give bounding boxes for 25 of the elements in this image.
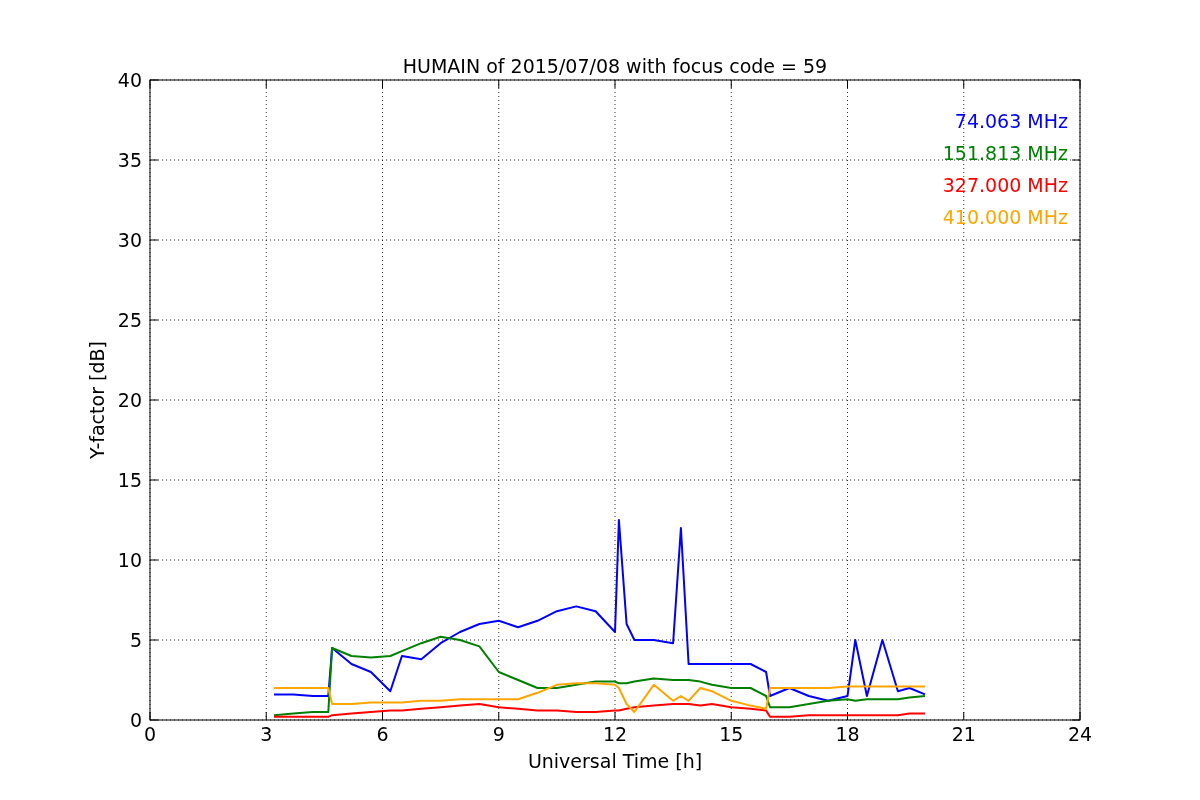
tick-label: 20 — [117, 389, 142, 411]
axis-label: Universal Time [h] — [527, 750, 703, 772]
legend-label: 74.063 MHz — [954, 110, 1068, 132]
legend-label: 327.000 MHz — [942, 174, 1068, 196]
tick-label: 21 — [951, 723, 976, 745]
legend-label: 151.813 MHz — [942, 142, 1068, 164]
tick-label: 15 — [117, 469, 142, 491]
tick-label: 24 — [1067, 723, 1093, 745]
tick-label: 5 — [129, 629, 142, 651]
tick-label: 3 — [260, 723, 273, 745]
tick-label: 15 — [719, 723, 744, 745]
tick-label: 6 — [376, 723, 389, 745]
tick-label: 18 — [835, 723, 860, 745]
chart-title: HUMAIN of 2015/07/08 with focus code = 59 — [402, 55, 828, 77]
tick-label: 35 — [117, 149, 142, 171]
tick-label: 0 — [143, 723, 157, 745]
tick-label: 12 — [602, 723, 628, 745]
axis-label: Y-factor [dB] — [86, 341, 108, 459]
tick-label: 9 — [492, 723, 505, 745]
tick-label: 40 — [117, 69, 142, 91]
tick-label: 30 — [117, 229, 142, 251]
tick-label: 25 — [117, 309, 142, 331]
legend-label: 410.000 MHz — [942, 206, 1068, 228]
tick-label: 0 — [129, 709, 142, 731]
tick-label: 10 — [117, 549, 142, 571]
